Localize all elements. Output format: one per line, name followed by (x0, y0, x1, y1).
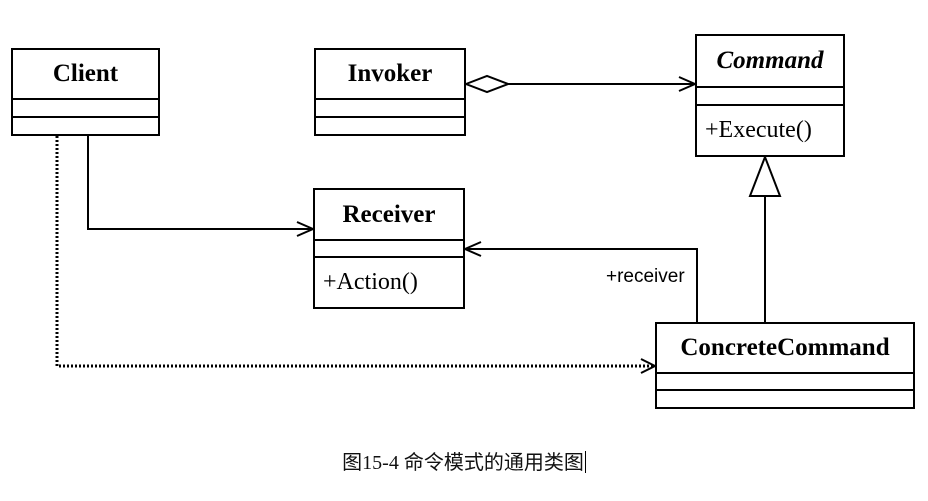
class-concretecommand-operations (657, 391, 913, 407)
class-command-operation: +Execute() (705, 117, 812, 143)
class-invoker-name: Invoker (316, 50, 464, 100)
class-client-name: Client (13, 50, 158, 100)
figure-caption-text: 图15-4 命令模式的通用类图 (342, 452, 584, 474)
class-receiver[interactable]: Receiver +Action() (313, 188, 465, 309)
class-receiver-name: Receiver (315, 190, 463, 241)
class-concretecommand-name: ConcreteCommand (657, 324, 913, 374)
receiver-role-label: +receiver (606, 266, 685, 287)
association-client-receiver (87, 136, 313, 230)
generalization-triangle (748, 154, 782, 197)
class-invoker[interactable]: Invoker (314, 48, 466, 136)
class-client-operations (13, 118, 158, 134)
text-cursor (584, 451, 586, 473)
figure-caption: 图15-4 命令模式的通用类图 (0, 446, 928, 475)
class-command-name: Command (697, 36, 843, 88)
class-command[interactable]: Command +Execute() (695, 34, 845, 157)
class-client[interactable]: Client (11, 48, 160, 136)
class-invoker-attributes (316, 100, 464, 118)
class-receiver-operation: +Action() (323, 269, 418, 295)
class-receiver-attributes (315, 241, 463, 258)
class-invoker-operations (316, 118, 464, 134)
class-concretecommand[interactable]: ConcreteCommand (655, 322, 915, 409)
class-command-attributes (697, 88, 843, 106)
class-concretecommand-attributes (657, 374, 913, 391)
aggregation-diamond (463, 74, 511, 94)
class-client-attributes (13, 100, 158, 118)
